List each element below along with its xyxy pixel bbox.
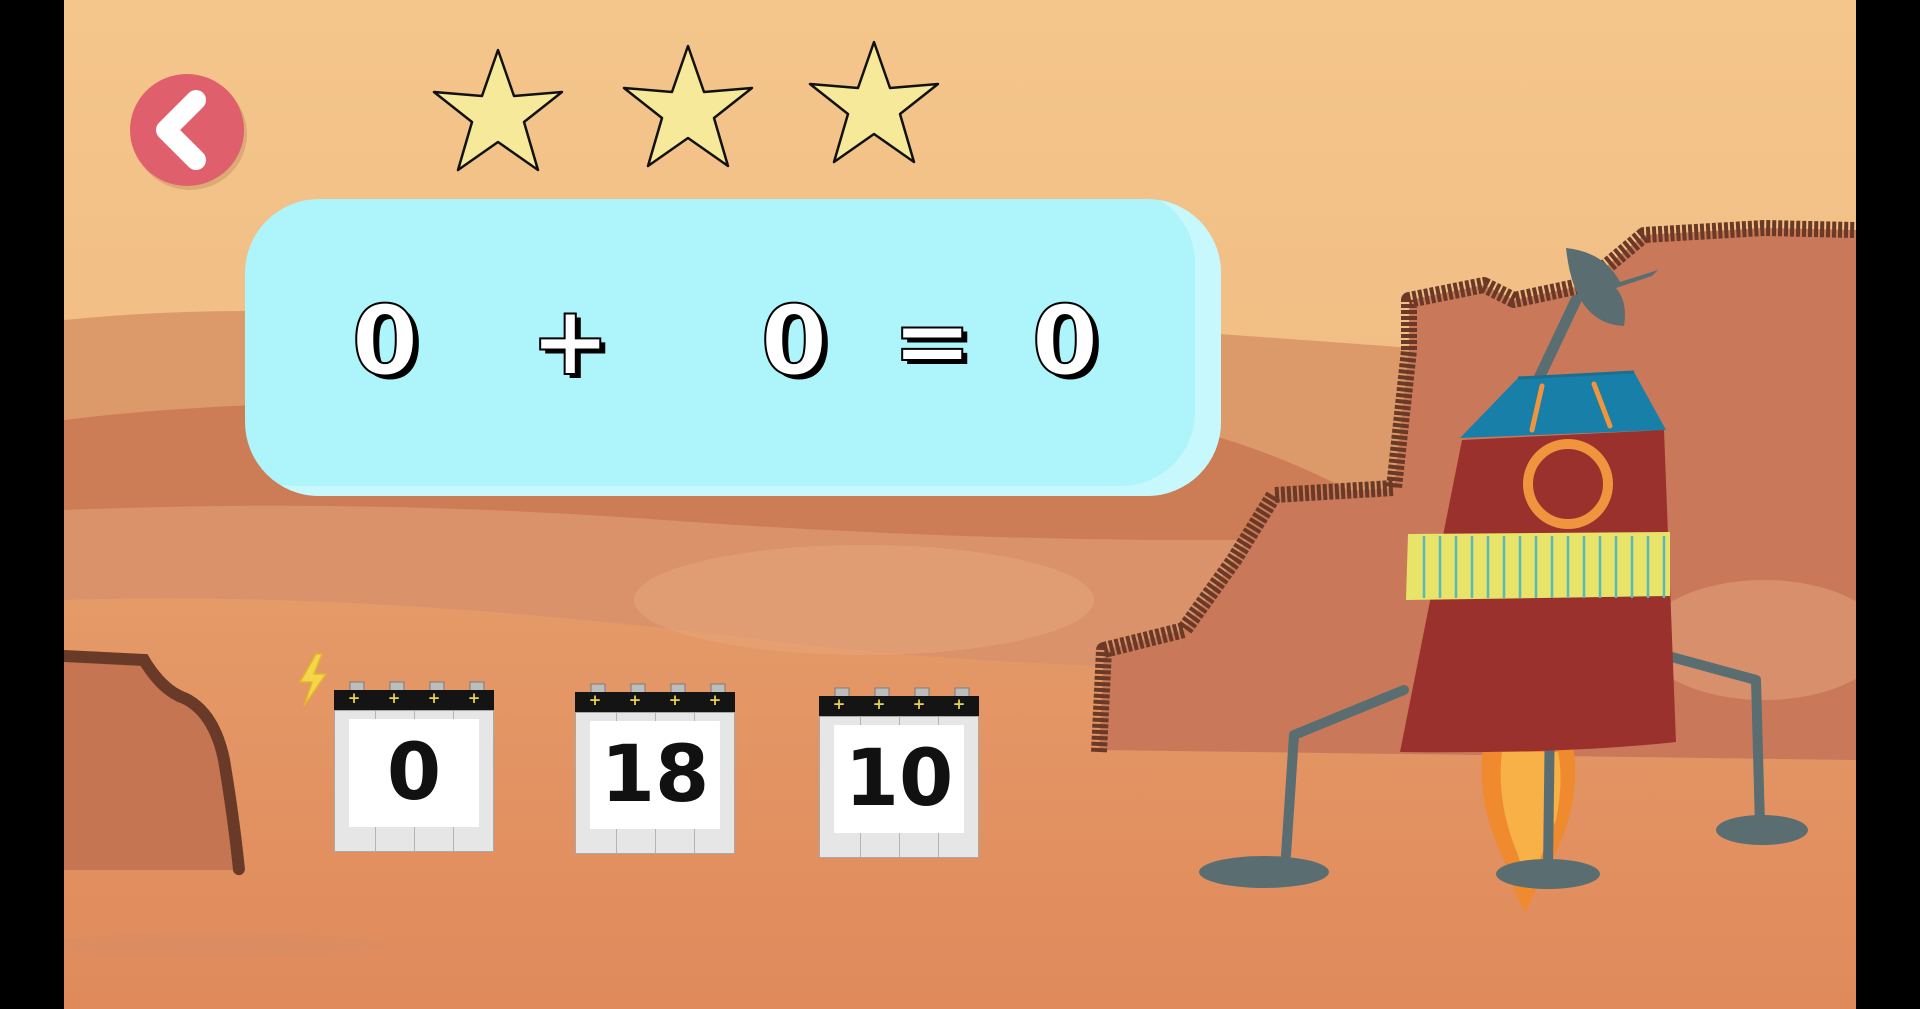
battery-plus-sign: + — [387, 689, 401, 707]
equation-operand-1[interactable]: 0 — [345, 285, 425, 397]
game-stage: 0 + 0 = 0 + + + +0 + + + +18 + + + +10 — [64, 0, 1856, 1009]
star-icon — [622, 44, 754, 168]
battery-plus-sign: + — [347, 689, 361, 707]
star-icon — [808, 40, 940, 164]
star-icon — [432, 48, 564, 172]
equation-operand-2[interactable]: 0 — [754, 285, 834, 397]
answer-value: 10 — [844, 734, 954, 824]
answer-value: 18 — [600, 730, 710, 820]
chevron-left-icon — [156, 90, 206, 170]
answer-battery[interactable]: + + + +0 — [334, 680, 494, 852]
battery-plus-sign: + — [427, 689, 441, 707]
battery-body: 18 — [575, 712, 735, 854]
battery-label: 18 — [590, 721, 720, 829]
answer-battery[interactable]: + + + +18 — [575, 682, 735, 854]
back-button[interactable] — [130, 74, 244, 186]
battery-plus-sign: + — [467, 689, 481, 707]
battery-plus-sign: + — [588, 691, 602, 709]
battery-label: 10 — [834, 725, 964, 833]
battery-body: 0 — [334, 710, 494, 852]
battery-plus-sign: + — [668, 691, 682, 709]
battery-body: 10 — [819, 716, 979, 858]
battery-plus-sign: + — [912, 695, 926, 713]
battery-plus-sign: + — [952, 695, 966, 713]
answer-value: 0 — [386, 728, 442, 818]
battery-plus-sign: + — [628, 691, 642, 709]
battery-plus-sign: + — [832, 695, 846, 713]
battery-cap: + + + + — [575, 691, 735, 712]
battery-label: 0 — [349, 719, 479, 827]
battery-plus-sign: + — [708, 691, 722, 709]
equation-operator-plus: + — [529, 285, 611, 397]
battery-plus-sign: + — [872, 695, 886, 713]
lightning-bolt-icon — [299, 653, 327, 707]
equation-equals-sign: = — [891, 285, 973, 397]
battery-cap: + + + + — [334, 689, 494, 710]
equation-result: 0 — [1031, 285, 1100, 397]
answer-battery[interactable]: + + + +10 — [819, 686, 979, 858]
battery-cap: + + + + — [819, 695, 979, 716]
